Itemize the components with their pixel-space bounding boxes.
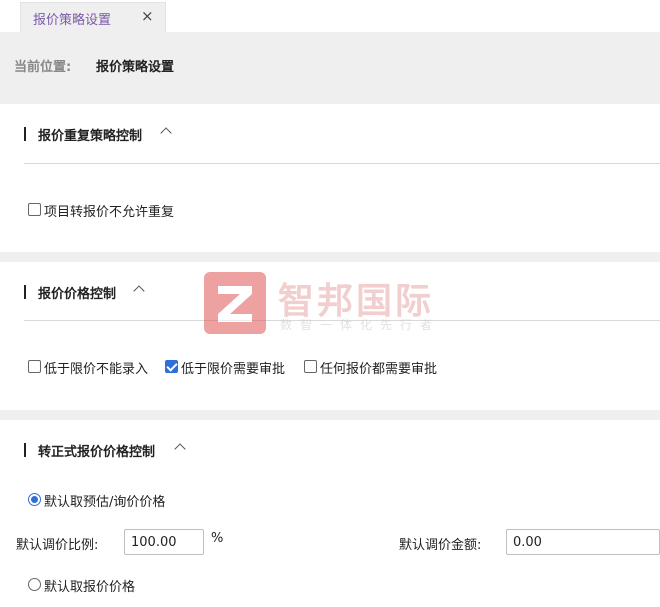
breadcrumb-label: 当前位置: [14,60,72,75]
divider [24,320,660,321]
tab-bar: 报价策略设置 × [0,0,660,32]
section-title: 报价价格控制 [38,287,117,302]
ratio-input[interactable] [124,529,204,555]
radio-label: 默认取报价价格 [44,580,136,595]
divider [24,163,660,164]
section-formal-quote: 转正式报价价格控制 默认取预估/询价价格 默认调价比例: % 默认调价金额: 默… [0,420,660,607]
chevron-up-icon[interactable] [174,443,186,455]
tab-quote-strategy[interactable]: 报价策略设置 × [20,2,166,32]
section-repeat-policy: 报价重复策略控制 项目转报价不允许重复 [0,104,660,252]
section-price-control: 报价价格控制 低于限价不能录入 低于限价需要审批 任何报价都需要审批 [0,262,660,410]
checkbox-label: 低于限价需要审批 [181,362,286,377]
radio-dot[interactable] [28,578,41,591]
section-title: 转正式报价价格控制 [38,445,156,460]
checkbox-box[interactable] [304,360,317,373]
checkbox-label: 任何报价都需要审批 [320,362,438,377]
amount-input[interactable] [506,529,660,555]
checkbox-label: 项目转报价不允许重复 [44,205,175,220]
chevron-up-icon[interactable] [160,127,172,139]
percent-unit: % [211,531,224,546]
radio-label: 默认取预估/询价价格 [44,495,166,510]
section-gap [0,252,660,262]
section-marker [24,285,26,299]
amount-label: 默认调价金额: [399,538,482,553]
ratio-label: 默认调价比例: [16,538,99,553]
checkbox-box[interactable] [28,360,41,373]
radio-dot[interactable] [28,493,41,506]
close-icon[interactable]: × [141,7,154,25]
section-marker [24,443,26,457]
section-title: 报价重复策略控制 [38,129,143,144]
breadcrumb: 当前位置: 报价策略设置 [0,32,660,104]
checkbox-box[interactable] [28,203,41,216]
section-marker [24,127,26,141]
breadcrumb-current: 报价策略设置 [96,60,175,75]
section-gap [0,410,660,420]
checkbox-box[interactable] [165,360,178,373]
tab-label: 报价策略设置 [33,13,112,28]
checkbox-label: 低于限价不能录入 [44,362,149,377]
chevron-up-icon[interactable] [133,285,145,297]
